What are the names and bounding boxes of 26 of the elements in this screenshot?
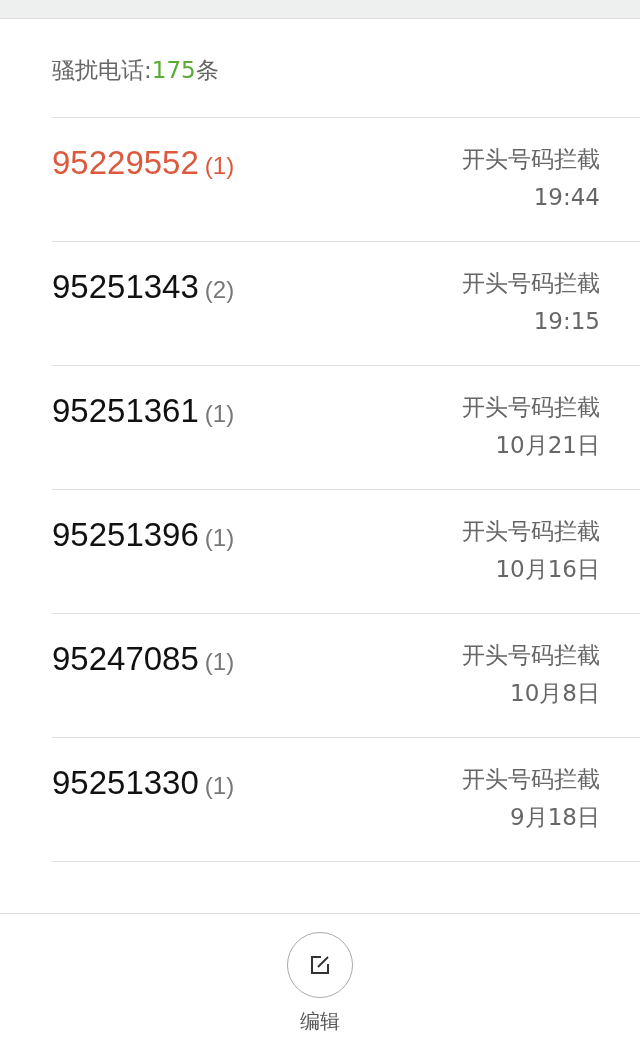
- phone-number: 95251330: [52, 764, 199, 802]
- call-time: 10月21日: [494, 431, 600, 460]
- phone-number: 95251396: [52, 516, 199, 554]
- call-time: 19:15: [532, 307, 600, 336]
- call-count: (1): [204, 524, 235, 552]
- block-reason: 开头号码拦截: [462, 393, 600, 422]
- block-reason: 开头号码拦截: [462, 517, 600, 546]
- phone-number: 95251343: [52, 268, 199, 306]
- call-count: (1): [204, 152, 235, 180]
- block-reason: 开头号码拦截: [462, 765, 600, 794]
- phone-number: 95229552: [52, 144, 199, 182]
- header-summary: 骚扰电话:175条: [51, 56, 220, 85]
- call-count: (2): [204, 276, 235, 304]
- block-reason: 开头号码拦截: [462, 269, 600, 298]
- call-time: 9月18日: [509, 803, 600, 832]
- call-count: (1): [204, 648, 235, 676]
- call-count: (1): [204, 400, 235, 428]
- call-time: 10月8日: [509, 679, 600, 708]
- edit-icon: [309, 954, 331, 976]
- call-time: 19:44: [532, 183, 600, 212]
- block-reason: 开头号码拦截: [462, 641, 600, 670]
- phone-number: 95247085: [52, 640, 199, 678]
- call-count: (1): [204, 772, 235, 800]
- block-reason: 开头号码拦截: [462, 145, 600, 174]
- phone-number: 95251361: [52, 392, 199, 430]
- call-time: 10月16日: [494, 555, 600, 584]
